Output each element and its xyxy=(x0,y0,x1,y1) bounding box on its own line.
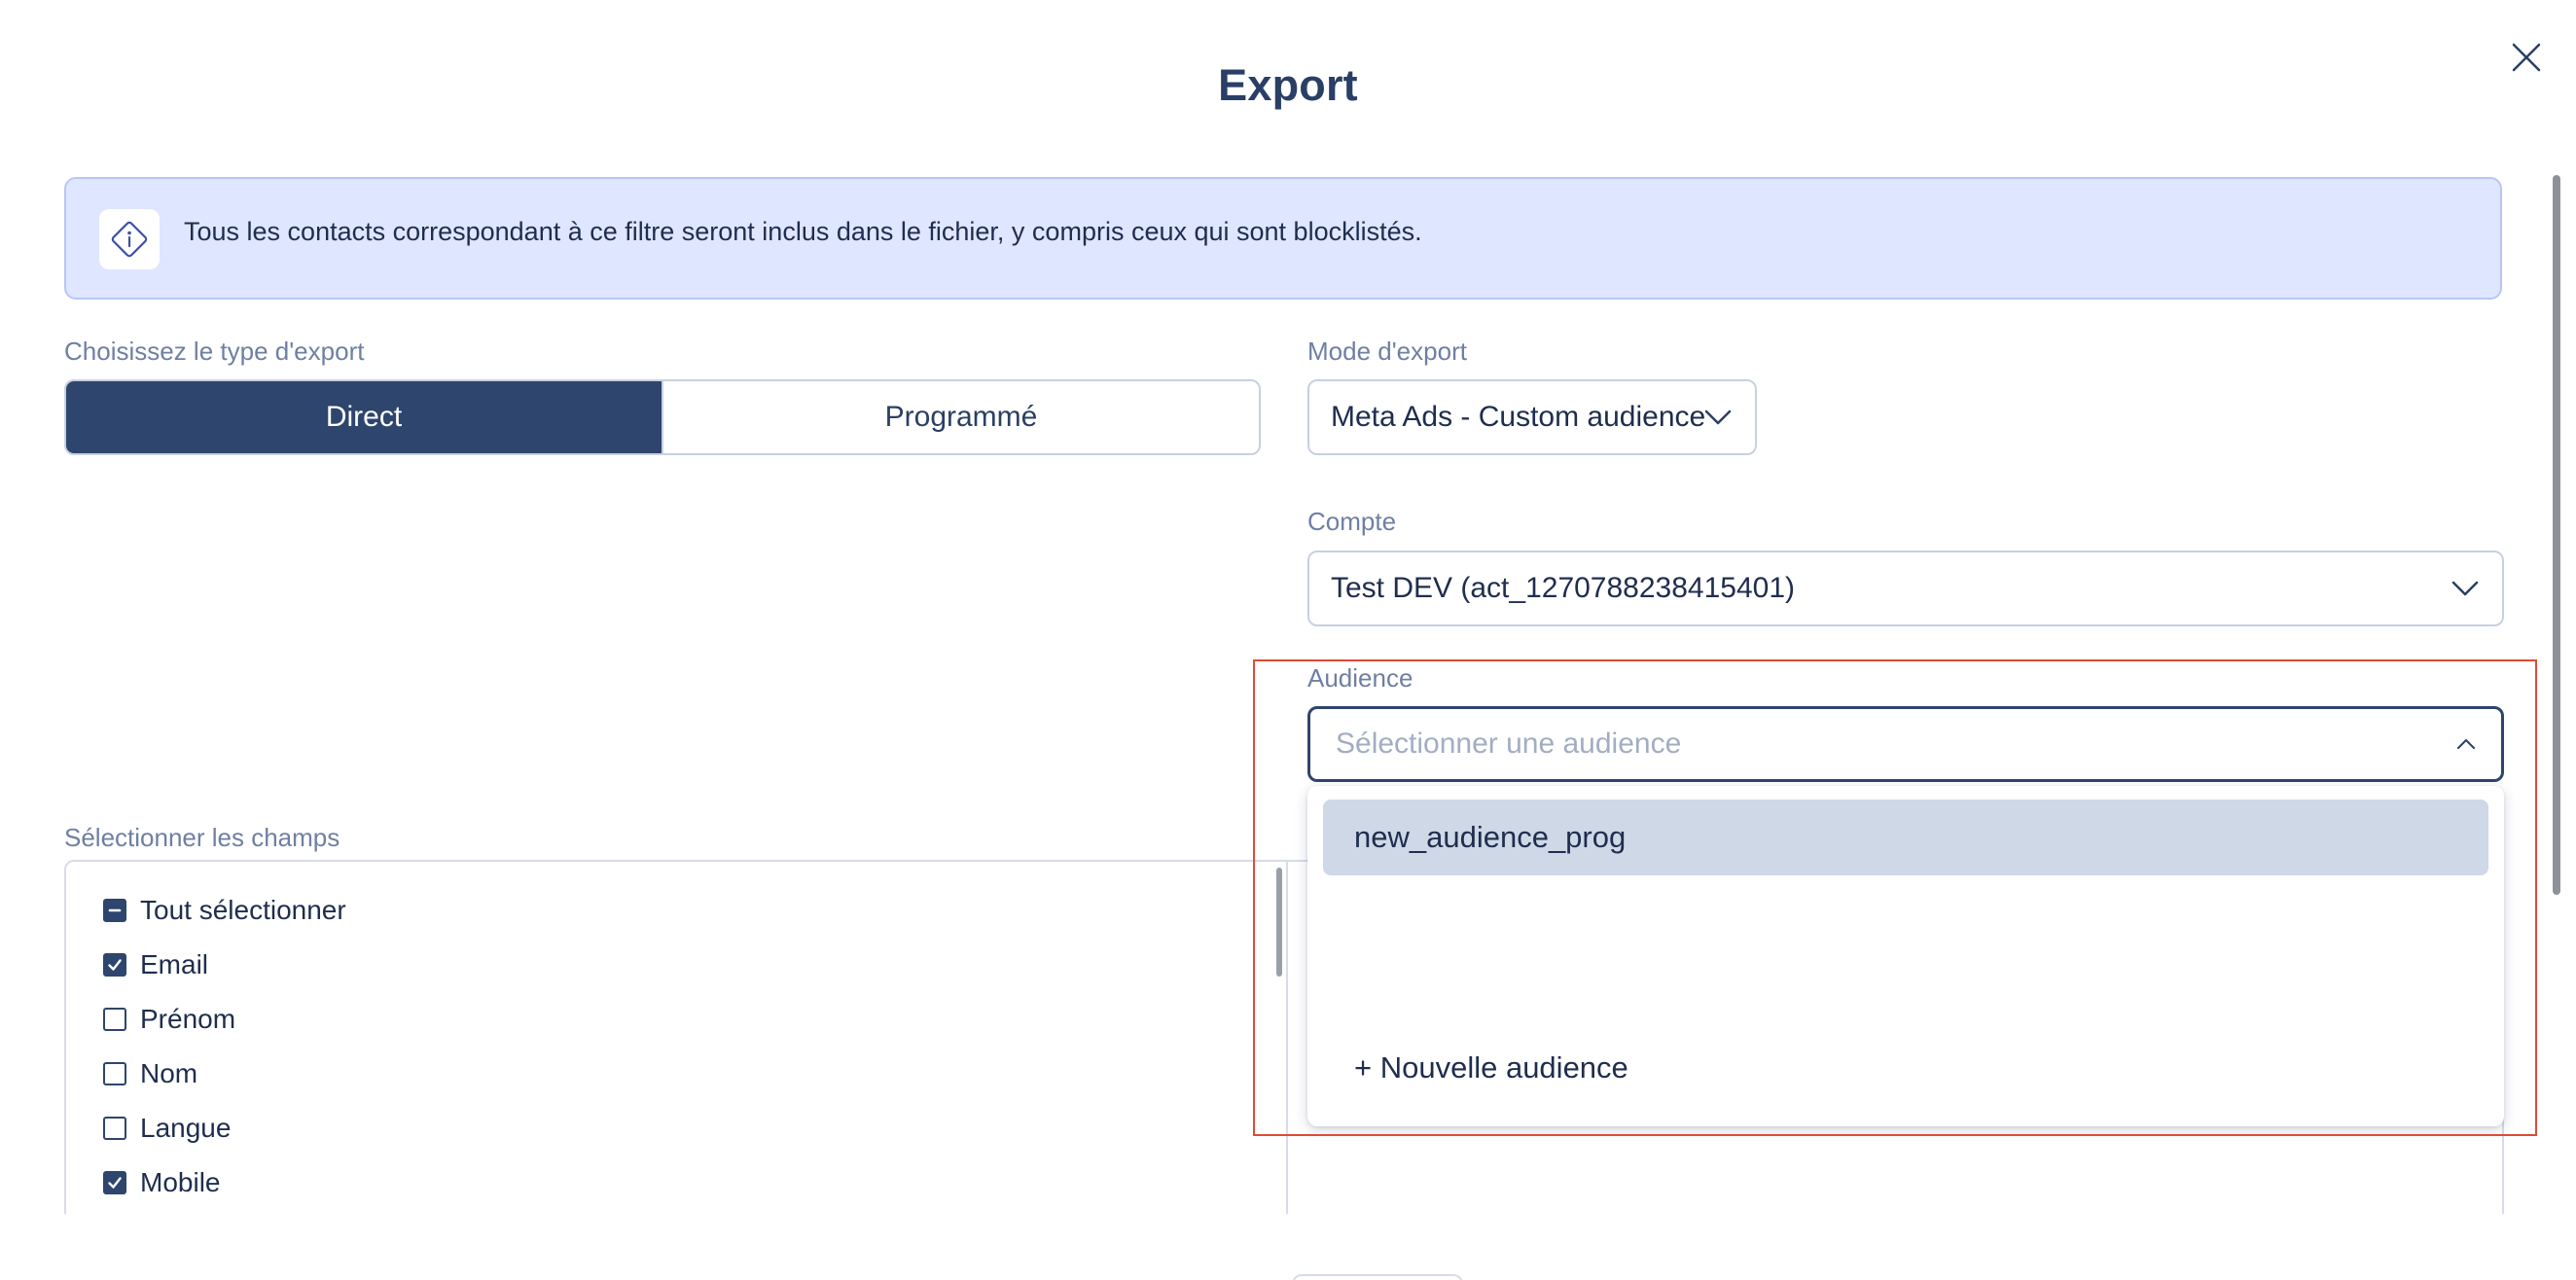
export-modal: Export Tous les contacts correspondant à… xyxy=(0,0,2576,1280)
new-audience-button[interactable]: + Nouvelle audience xyxy=(1354,1050,1628,1085)
export-mode-label: Mode d'export xyxy=(1307,337,1467,366)
account-label: Compte xyxy=(1307,507,1397,536)
chevron-up-icon xyxy=(2456,738,2476,750)
checkbox-unchecked-icon xyxy=(103,1008,126,1031)
checkbox-checked-icon xyxy=(103,1171,126,1194)
field-checkbox-prenom[interactable]: Prénom xyxy=(103,1000,235,1039)
field-checkbox-nom[interactable]: Nom xyxy=(103,1054,197,1093)
chevron-down-icon xyxy=(2451,580,2479,597)
field-label: Langue xyxy=(140,1113,232,1143)
modal-title: Export xyxy=(1218,60,1358,110)
field-label: Nom xyxy=(140,1058,198,1088)
select-all-checkbox[interactable]: Tout sélectionner xyxy=(103,891,346,930)
page-scrollbar[interactable] xyxy=(2553,175,2560,895)
field-checkbox-langue[interactable]: Langue xyxy=(103,1109,231,1148)
select-all-label: Tout sélectionner xyxy=(140,895,346,925)
field-label: Prénom xyxy=(140,1004,236,1034)
account-value: Test DEV (act_1270788238415401) xyxy=(1331,572,1796,604)
account-select[interactable]: Test DEV (act_1270788238415401) xyxy=(1307,551,2504,626)
audience-option-label: new_audience_prog xyxy=(1354,820,1627,854)
export-type-label: Choisissez le type d'export xyxy=(64,337,365,366)
export-type-toggle: Direct Programmé xyxy=(64,379,1261,455)
export-mode-value: Meta Ads - Custom audience xyxy=(1331,401,1706,433)
checkbox-unchecked-icon xyxy=(103,1062,126,1085)
audience-placeholder: Sélectionner une audience xyxy=(1336,728,1682,760)
info-banner: Tous les contacts correspondant à ce fil… xyxy=(64,177,2502,300)
footer-button-peek[interactable] xyxy=(1292,1274,1463,1280)
audience-dropdown: new_audience_prog + Nouvelle audience xyxy=(1307,786,2504,1126)
fields-scrollbar[interactable] xyxy=(1276,868,1282,977)
export-mode-select[interactable]: Meta Ads - Custom audience xyxy=(1307,379,1757,455)
field-checkbox-email[interactable]: Email xyxy=(103,945,208,984)
checkbox-indeterminate-icon xyxy=(103,899,126,922)
export-type-programme-button[interactable]: Programmé xyxy=(662,381,1259,453)
field-label: Email xyxy=(140,949,209,979)
info-diamond-icon xyxy=(99,209,160,269)
audience-select[interactable]: Sélectionner une audience xyxy=(1307,706,2504,782)
field-label: Mobile xyxy=(140,1167,221,1197)
checkbox-checked-icon xyxy=(103,953,126,977)
info-banner-text: Tous les contacts correspondant à ce fil… xyxy=(184,217,1422,246)
audience-label: Audience xyxy=(1307,663,1413,693)
modal-footer-area xyxy=(0,1214,2576,1280)
field-checkbox-mobile[interactable]: Mobile xyxy=(103,1163,220,1202)
export-type-direct-button[interactable]: Direct xyxy=(66,381,662,453)
fields-label: Sélectionner les champs xyxy=(64,823,340,852)
chevron-down-icon xyxy=(1704,409,1732,426)
checkbox-unchecked-icon xyxy=(103,1117,126,1140)
audience-option[interactable]: new_audience_prog xyxy=(1323,800,2488,875)
